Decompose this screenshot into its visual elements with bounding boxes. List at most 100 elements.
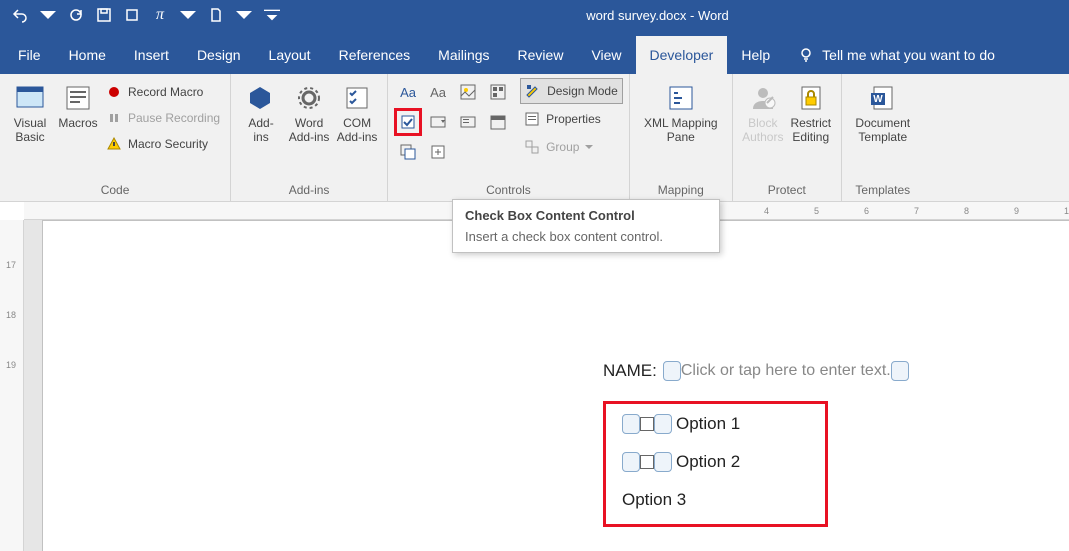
option-2-label: Option 2: [676, 452, 740, 472]
com-addins-button[interactable]: COM Add-ins: [333, 78, 381, 145]
rich-text-control[interactable]: Aa: [394, 78, 422, 106]
svg-text:W: W: [873, 94, 883, 105]
addins-icon: [245, 82, 277, 114]
block-authors-icon: [747, 82, 779, 114]
checkbox-2[interactable]: [640, 455, 654, 469]
ribbon: Visual Basic Macros Record Macro Pause R…: [0, 74, 1069, 202]
group-addins-label: Add-ins: [231, 183, 387, 201]
design-mode-icon: [525, 83, 541, 99]
plain-text-control[interactable]: Aa: [424, 78, 452, 106]
name-placeholder[interactable]: Click or tap here to enter text.: [681, 362, 891, 380]
undo-button[interactable]: [8, 3, 32, 27]
content-control-name[interactable]: Click or tap here to enter text.: [663, 361, 909, 381]
cc-handle-right[interactable]: [891, 361, 909, 381]
xml-mapping-icon: [665, 82, 697, 114]
cc-handle-left[interactable]: [622, 414, 640, 434]
datepicker-control[interactable]: [484, 108, 512, 136]
tab-insert[interactable]: Insert: [120, 36, 183, 74]
checklist-icon: [341, 82, 373, 114]
tell-me-label: Tell me what you want to do: [822, 47, 995, 63]
cc-handle-left[interactable]: [663, 361, 681, 381]
visual-basic-button[interactable]: Visual Basic: [6, 78, 54, 145]
combobox-control[interactable]: [424, 108, 452, 136]
content-control-opt2[interactable]: [622, 452, 672, 472]
save-button[interactable]: [92, 3, 116, 27]
tab-view[interactable]: View: [577, 36, 635, 74]
print-preview-button[interactable]: [120, 3, 144, 27]
group-mapping: XML Mapping Pane Mapping: [630, 74, 733, 201]
group-code-label: Code: [0, 183, 230, 201]
title-bar: π word survey.docx - Word: [0, 0, 1069, 30]
new-doc-dropdown[interactable]: [232, 3, 256, 27]
checkbox-1[interactable]: [640, 417, 654, 431]
group-code: Visual Basic Macros Record Macro Pause R…: [0, 74, 231, 201]
name-field-line: NAME: Click or tap here to enter text.: [603, 361, 909, 381]
restrict-editing-button[interactable]: Restrict Editing: [787, 78, 835, 145]
equation-button[interactable]: π: [148, 3, 172, 27]
tab-file[interactable]: File: [4, 36, 55, 74]
picture-control[interactable]: [454, 78, 482, 106]
dropdown-control[interactable]: [454, 108, 482, 136]
block-authors-button: Block Authors: [739, 78, 787, 145]
options-highlight-box: Option 1 Option 2 Option 3: [603, 401, 828, 527]
option-3-line: Option 3: [622, 490, 809, 510]
group-button: Group: [520, 134, 623, 160]
qat-customize[interactable]: [260, 3, 284, 27]
tell-me-search[interactable]: Tell me what you want to do: [784, 47, 1009, 74]
record-icon: [106, 84, 122, 100]
tab-developer[interactable]: Developer: [636, 36, 728, 74]
cc-handle-right[interactable]: [654, 452, 672, 472]
undo-dropdown[interactable]: [36, 3, 60, 27]
pause-recording-button: Pause Recording: [102, 106, 224, 130]
design-mode-button[interactable]: Design Mode: [520, 78, 623, 104]
group-icon: [524, 139, 540, 155]
record-macro-button[interactable]: Record Macro: [102, 80, 224, 104]
quick-access-toolbar: π: [8, 3, 284, 27]
properties-button[interactable]: Properties: [520, 106, 623, 132]
tab-references[interactable]: References: [325, 36, 425, 74]
option-2-line: Option 2: [622, 452, 809, 472]
word-addins-button[interactable]: Word Add-ins: [285, 78, 333, 145]
equation-dropdown[interactable]: [176, 3, 200, 27]
tooltip-title: Check Box Content Control: [465, 208, 707, 223]
gear-icon: [293, 82, 325, 114]
cc-handle-right[interactable]: [654, 414, 672, 434]
tooltip-body: Insert a check box content control.: [465, 229, 707, 244]
group-protect-label: Protect: [733, 183, 841, 201]
lock-icon: [795, 82, 827, 114]
addins-button[interactable]: Add- ins: [237, 78, 285, 145]
document-area[interactable]: NAME: Click or tap here to enter text.: [24, 220, 1069, 551]
building-block-control[interactable]: [484, 78, 512, 106]
tab-mailings[interactable]: Mailings: [424, 36, 503, 74]
new-doc-button[interactable]: [204, 3, 228, 27]
group-controls: Aa Aa Design Mode P: [388, 74, 630, 201]
repeating-section-control[interactable]: [394, 138, 422, 166]
tab-review[interactable]: Review: [504, 36, 578, 74]
properties-icon: [524, 111, 540, 127]
group-templates: W Document Template Templates: [842, 74, 924, 201]
vertical-ruler[interactable]: 17 18 19: [0, 220, 24, 551]
tab-help[interactable]: Help: [727, 36, 784, 74]
tab-design[interactable]: Design: [183, 36, 255, 74]
group-templates-label: Templates: [842, 183, 924, 201]
repeat-button[interactable]: [64, 3, 88, 27]
macros-button[interactable]: Macros: [54, 78, 102, 130]
document-template-button[interactable]: W Document Template: [848, 78, 918, 145]
macros-icon: [62, 82, 94, 114]
lightbulb-icon: [798, 47, 814, 63]
checkbox-control[interactable]: [394, 108, 422, 136]
macro-security-button[interactable]: Macro Security: [102, 132, 224, 156]
option-3-label: Option 3: [622, 490, 686, 510]
legacy-tools[interactable]: [424, 138, 452, 166]
tab-home[interactable]: Home: [55, 36, 120, 74]
group-protect: Block Authors Restrict Editing Protect: [733, 74, 842, 201]
name-label: NAME:: [603, 361, 657, 381]
visual-basic-icon: [14, 82, 46, 114]
tab-layout[interactable]: Layout: [255, 36, 325, 74]
group-addins: Add- ins Word Add-ins COM Add-ins Add-in…: [231, 74, 388, 201]
document-page[interactable]: NAME: Click or tap here to enter text.: [42, 220, 1069, 551]
xml-mapping-button[interactable]: XML Mapping Pane: [636, 78, 726, 145]
cc-handle-left[interactable]: [622, 452, 640, 472]
warning-icon: [106, 136, 122, 152]
content-control-opt1[interactable]: [622, 414, 672, 434]
